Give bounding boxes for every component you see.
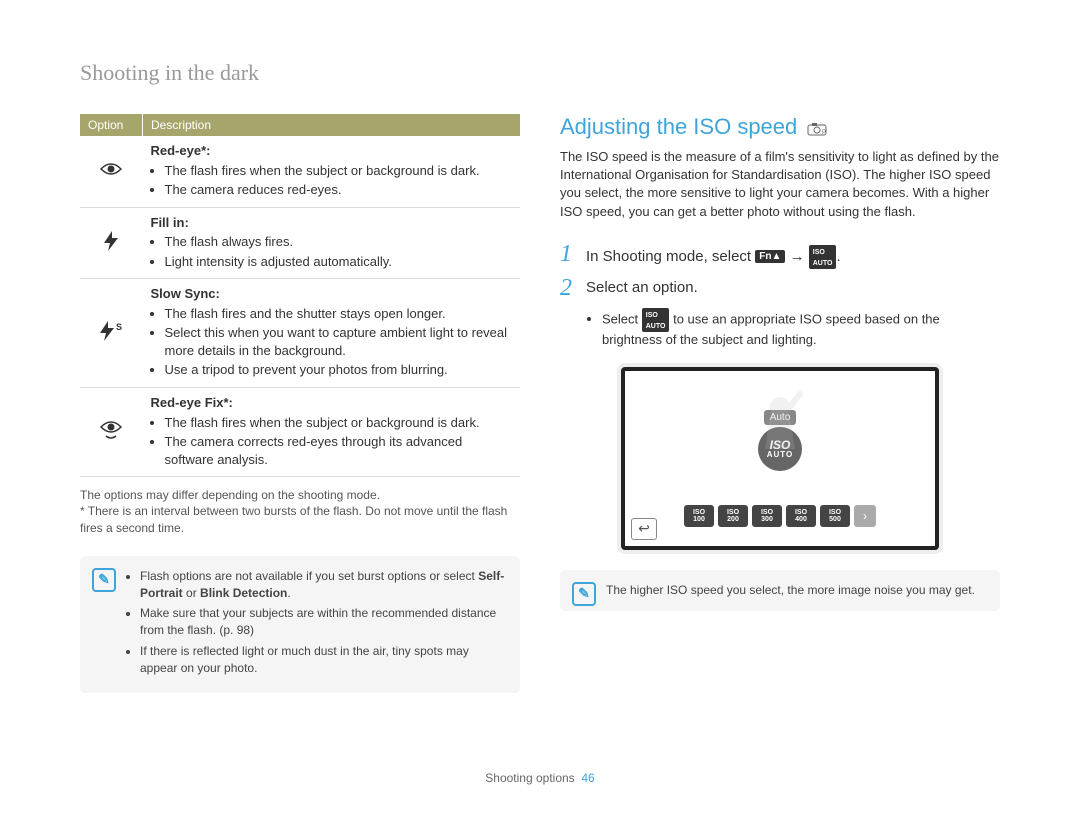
- bullet: The flash fires and the shutter stays op…: [165, 305, 513, 323]
- option-description: Slow Sync: The flash fires and the shutt…: [143, 279, 521, 388]
- fn-up-key: Fn▲: [755, 250, 785, 263]
- iso-auto-key: ISOAUTO: [809, 245, 837, 269]
- option-title: Slow Sync:: [151, 286, 220, 301]
- step-1: 1 In Shooting mode, select Fn▲ → ISOAUTO…: [560, 241, 1000, 269]
- step-text: In Shooting mode, select: [586, 248, 751, 265]
- table-row: Fill in: The flash always fires. Light i…: [80, 207, 520, 279]
- page-footer: Shooting options 46: [0, 771, 1080, 785]
- svg-text:S: S: [116, 322, 122, 332]
- bullet: The flash fires when the subject or back…: [165, 414, 513, 432]
- redeyefix-icon: [80, 388, 143, 477]
- iso-chip[interactable]: ISO400: [786, 505, 816, 527]
- note-box-right: ✎ The higher ISO speed you select, the m…: [560, 570, 1000, 611]
- section-title: Adjusting the ISO speed P: [560, 114, 1000, 140]
- redeye-icon: [80, 136, 143, 207]
- page-number: 46: [581, 771, 594, 785]
- table-header-row: Option Description: [80, 114, 520, 136]
- camera-p-icon: P: [803, 120, 831, 135]
- note-item: Make sure that your subjects are within …: [140, 605, 506, 639]
- steps: 1 In Shooting mode, select Fn▲ → ISOAUTO…: [560, 241, 1000, 347]
- left-column: Option Description Red-eye*: The flash f…: [80, 114, 520, 693]
- header-option: Option: [80, 114, 143, 136]
- note-item: If there is reflected light or much dust…: [140, 643, 506, 677]
- iso-screenshot: Auto ISO AUTO ISO100 ISO200 ISO300 I: [621, 367, 939, 550]
- bullet: The flash fires when the subject or back…: [165, 162, 513, 180]
- step-number: 1: [560, 241, 586, 268]
- table-row: Red-eye*: The flash fires when the subje…: [80, 136, 520, 207]
- bullet: The camera reduces red-eyes.: [165, 181, 513, 199]
- bullet: Select this when you want to capture amb…: [165, 324, 513, 359]
- iso-chip[interactable]: ISO100: [684, 505, 714, 527]
- substep: Select ISOAUTO to use an appropriate ISO…: [586, 308, 1000, 347]
- bullet: Use a tripod to prevent your photos from…: [165, 361, 513, 379]
- note-box-left: ✎ Flash options are not available if you…: [80, 556, 520, 693]
- table-row: Red-eye Fix*: The flash fires when the s…: [80, 388, 520, 477]
- person-silhouette-icon: [750, 389, 810, 469]
- arrow-icon: →: [790, 248, 805, 265]
- slowsync-icon: S: [80, 279, 143, 388]
- header-description: Description: [143, 114, 521, 136]
- svg-text:P: P: [822, 130, 826, 136]
- breadcrumb: Shooting in the dark: [80, 60, 1000, 86]
- option-description: Red-eye*: The flash fires when the subje…: [143, 136, 521, 207]
- note-text: The higher ISO speed you select, the mor…: [606, 583, 975, 597]
- note-icon: ✎: [92, 568, 116, 592]
- bullet: The camera corrects red-eyes through its…: [165, 433, 513, 468]
- iso-paragraph: The ISO speed is the measure of a film's…: [560, 148, 1000, 221]
- table-row: S Slow Sync: The flash fires and the shu…: [80, 279, 520, 388]
- step-text: Select an option.: [586, 275, 698, 296]
- iso-chip-row: ISO100 ISO200 ISO300 ISO400 ISO500 ›: [684, 505, 876, 527]
- footnote-line: The options may differ depending on the …: [80, 487, 520, 503]
- page: Shooting in the dark Option Description …: [0, 0, 1080, 815]
- option-title: Fill in:: [151, 215, 189, 230]
- option-title: Red-eye Fix*:: [151, 395, 233, 410]
- footnotes: The options may differ depending on the …: [80, 487, 520, 536]
- bullet: Light intensity is adjusted automaticall…: [165, 253, 513, 271]
- option-description: Red-eye Fix*: The flash fires when the s…: [143, 388, 521, 477]
- note-item: Flash options are not available if you s…: [140, 568, 506, 602]
- right-column: Adjusting the ISO speed P The ISO speed …: [560, 114, 1000, 693]
- step-2: 2 Select an option.: [560, 275, 1000, 302]
- iso-chip[interactable]: ISO200: [718, 505, 748, 527]
- iso-chip[interactable]: ISO500: [820, 505, 850, 527]
- flash-options-table: Option Description Red-eye*: The flash f…: [80, 114, 520, 477]
- columns: Option Description Red-eye*: The flash f…: [80, 114, 1000, 693]
- iso-auto-key: ISOAUTO: [642, 308, 670, 332]
- option-description: Fill in: The flash always fires. Light i…: [143, 207, 521, 279]
- step-number: 2: [560, 275, 586, 302]
- footer-section: Shooting options: [485, 771, 574, 785]
- fillin-icon: [80, 207, 143, 279]
- bullet: The flash always fires.: [165, 233, 513, 251]
- note-icon: ✎: [572, 582, 596, 606]
- option-title: Red-eye*:: [151, 143, 211, 158]
- next-arrow-icon[interactable]: ›: [854, 505, 876, 527]
- iso-chip[interactable]: ISO300: [752, 505, 782, 527]
- footnote-line: * There is an interval between two burst…: [80, 503, 520, 535]
- back-icon[interactable]: ↩: [631, 518, 657, 540]
